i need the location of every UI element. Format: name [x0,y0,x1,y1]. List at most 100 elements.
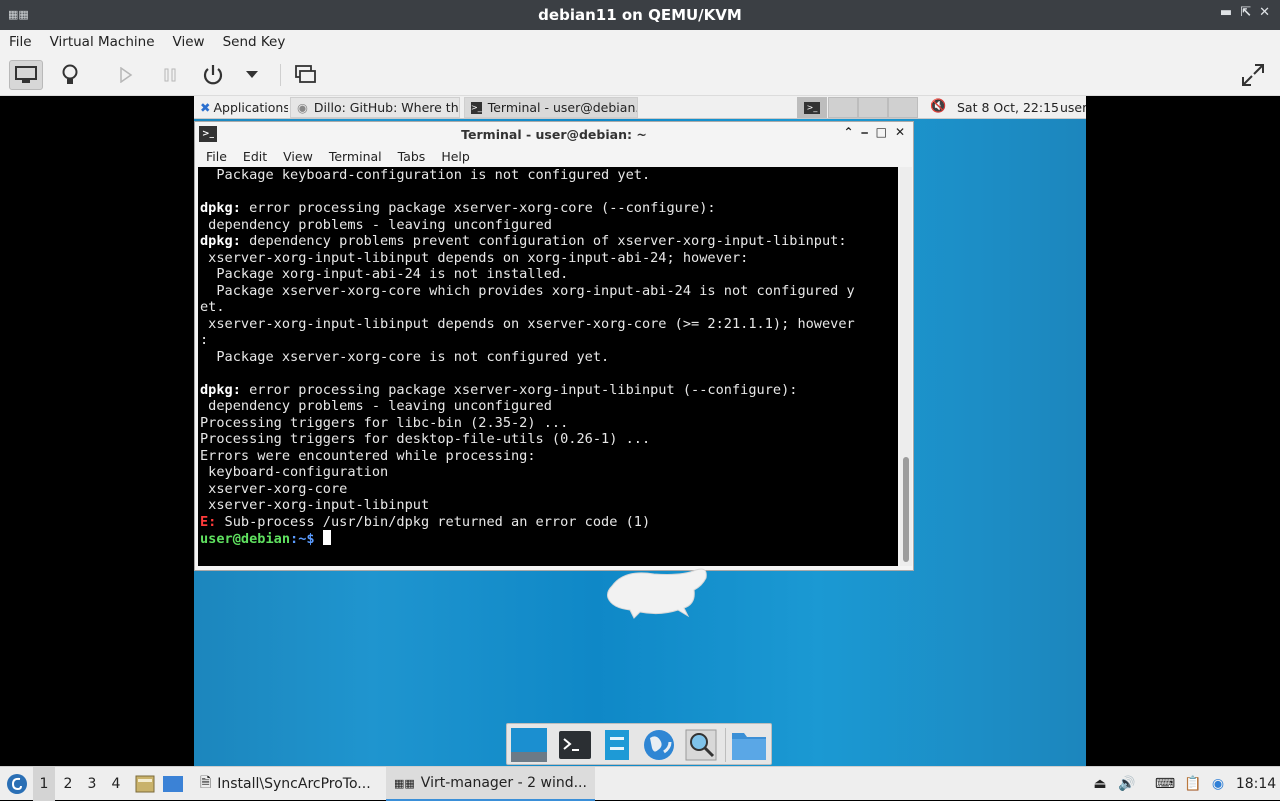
start-menu-button[interactable] [4,767,30,801]
menu-send-key[interactable]: Send Key [214,34,295,50]
xfce-icon: ✖ [200,100,211,115]
fullscreen-icon [1242,64,1264,86]
prompt-user: user@debian [200,531,291,547]
web-browser-icon[interactable] [641,728,677,762]
terminal-line-text: dependency problems prevent configuratio… [240,233,847,249]
terminal-menu-file[interactable]: File [198,149,235,164]
app-finder-icon[interactable] [683,728,719,762]
terminal-line: : [200,332,896,349]
terminal-titlebar: >_ Terminal - user@debian: ~ ⌃ ⎯ □ ✕ [195,122,913,146]
workspace-4[interactable]: 4 [105,767,127,801]
menu-view[interactable]: View [164,34,214,50]
terminal-icon: >_ [804,102,820,114]
pause-button[interactable] [153,60,187,90]
host-taskbar: 1 2 3 4 🗎 Install\SyncArcProTo... ▦▦ Vir… [0,766,1280,801]
show-desktop-icon[interactable] [161,767,185,801]
minimize-icon[interactable]: ▬ [1220,5,1232,20]
terminal-line: Errors were encountered while processing… [200,448,896,465]
applications-menu[interactable]: ✖ Applications [194,97,288,118]
workspace-3[interactable]: 3 [81,767,103,801]
console-button[interactable] [9,60,43,90]
terminal-line: xserver-xorg-input-libinput [200,497,896,514]
terminal-line: dpkg: error processing package xserver-x… [200,382,896,399]
terminal-line-text: dependency problems - leaving unconfigur… [200,216,552,233]
close-icon[interactable]: ✕ [1259,5,1270,20]
guest-task-terminal[interactable]: >_ Terminal - user@debian... [464,97,638,118]
terminal-line-text: xserver-xorg-input-libinput [200,497,430,513]
terminal-line-text: xserver-xorg-core [200,480,348,497]
terminal-line-text: dependency problems - leaving unconfigur… [200,398,552,414]
terminal-scrollbar[interactable] [900,167,912,566]
guest-display[interactable]: ✖ Applications ◉ Dillo: GitHub: Where th… [194,96,1086,766]
guest-workspace-2[interactable] [828,97,858,118]
maximize-icon[interactable]: □ [876,125,887,140]
tray-eject-icon[interactable]: ⏏ [1090,767,1110,801]
snapshot-icon [295,65,316,83]
shutdown-menu-button[interactable] [236,60,268,90]
guest-panel: ✖ Applications ◉ Dillo: GitHub: Where th… [194,96,1086,119]
file-manager-launcher-icon[interactable] [134,767,156,801]
guest-task-dillo[interactable]: ◉ Dillo: GitHub: Where th... [290,97,460,118]
toolbar [0,54,1280,96]
terminal-prompt-line[interactable]: user@debian:~$ [200,530,896,547]
terminal-line: dpkg: error processing package xserver-x… [200,200,896,217]
workspace-1[interactable]: 1 [33,767,55,801]
guest-clock[interactable]: Sat 8 Oct, 22:15 [957,100,1059,115]
terminal-menu-view[interactable]: View [275,149,321,164]
details-button[interactable] [53,60,87,90]
terminal-cursor [322,530,331,545]
terminal-line-text: Processing triggers for libc-bin (2.35-2… [200,414,569,431]
run-button[interactable] [109,60,143,90]
terminal-menubar: File Edit View Terminal Tabs Help [195,146,913,167]
volume-muted-icon[interactable]: 🔇 [930,99,946,114]
host-task-virt-manager[interactable]: ▦▦ Virt-manager - 2 wind... [386,767,595,801]
terminal-icon[interactable] [557,728,593,762]
host-clock[interactable]: 18:14 [1236,767,1276,801]
window-titlebar: ▦▦ debian11 on QEMU/KVM ▬ ⇱ ✕ [0,0,1280,30]
terminal-output[interactable]: Package keyboard-configuration is not co… [198,167,898,566]
terminal-menu-edit[interactable]: Edit [235,149,275,164]
chevron-up-icon[interactable]: ⌃ [844,125,854,140]
fullscreen-button[interactable] [1236,60,1270,90]
terminal-line: dpkg: dependency problems prevent config… [200,233,896,250]
dpkg-prefix: dpkg: [200,200,241,216]
show-desktop-icon[interactable] [509,728,549,762]
minimize-icon[interactable]: ⎯ [862,125,868,140]
guest-workspace-3[interactable] [858,97,888,118]
dpkg-prefix: dpkg: [200,233,241,249]
guest-user[interactable]: user [1060,100,1086,115]
terminal-menu-help[interactable]: Help [433,149,478,164]
keyboard-icon[interactable]: ⌨ [1154,767,1176,801]
host-task-label: Virt-manager - 2 wind... [420,775,587,791]
folder-icon[interactable] [731,728,767,762]
network-icon[interactable]: ◉ [1208,767,1228,801]
maximize-icon[interactable]: ⇱ [1240,5,1251,20]
host-task-install[interactable]: 🗎 Install\SyncArcProTo... [192,767,379,801]
terminal-window[interactable]: >_ Terminal - user@debian: ~ ⌃ ⎯ □ ✕ Fil… [194,121,914,571]
terminal-menu-terminal[interactable]: Terminal [321,149,390,164]
terminal-line: et. [200,299,896,316]
terminal-icon: >_ [471,101,482,114]
terminal-line: Package xserver-xorg-core is not configu… [200,349,896,366]
snapshots-button[interactable] [289,60,323,90]
file-manager-icon[interactable] [599,728,635,762]
clipboard-icon[interactable]: 📋 [1182,767,1204,801]
dpkg-prefix: dpkg: [200,381,241,398]
terminal-line-text: Package keyboard-configuration is not co… [200,167,651,183]
volume-icon[interactable]: 🔊 [1116,767,1138,801]
guest-workspace-1[interactable]: >_ [797,97,827,118]
guest-workspace-4[interactable] [888,97,918,118]
menu-virtual-machine[interactable]: Virtual Machine [41,34,164,50]
terminal-line-text: Processing triggers for desktop-file-uti… [200,431,651,447]
menu-file[interactable]: File [0,34,41,50]
scrollbar-thumb[interactable] [903,457,909,562]
pause-icon [164,68,176,82]
close-icon[interactable]: ✕ [895,125,905,140]
terminal-menu-tabs[interactable]: Tabs [390,149,434,164]
terminal-line-text: Errors were encountered while processing… [200,447,536,464]
shutdown-button[interactable] [196,60,230,90]
terminal-line: dependency problems - leaving unconfigur… [200,398,896,415]
workspace-2[interactable]: 2 [57,767,79,801]
terminal-line-text: error processing package xserver-xorg-co… [240,200,716,216]
